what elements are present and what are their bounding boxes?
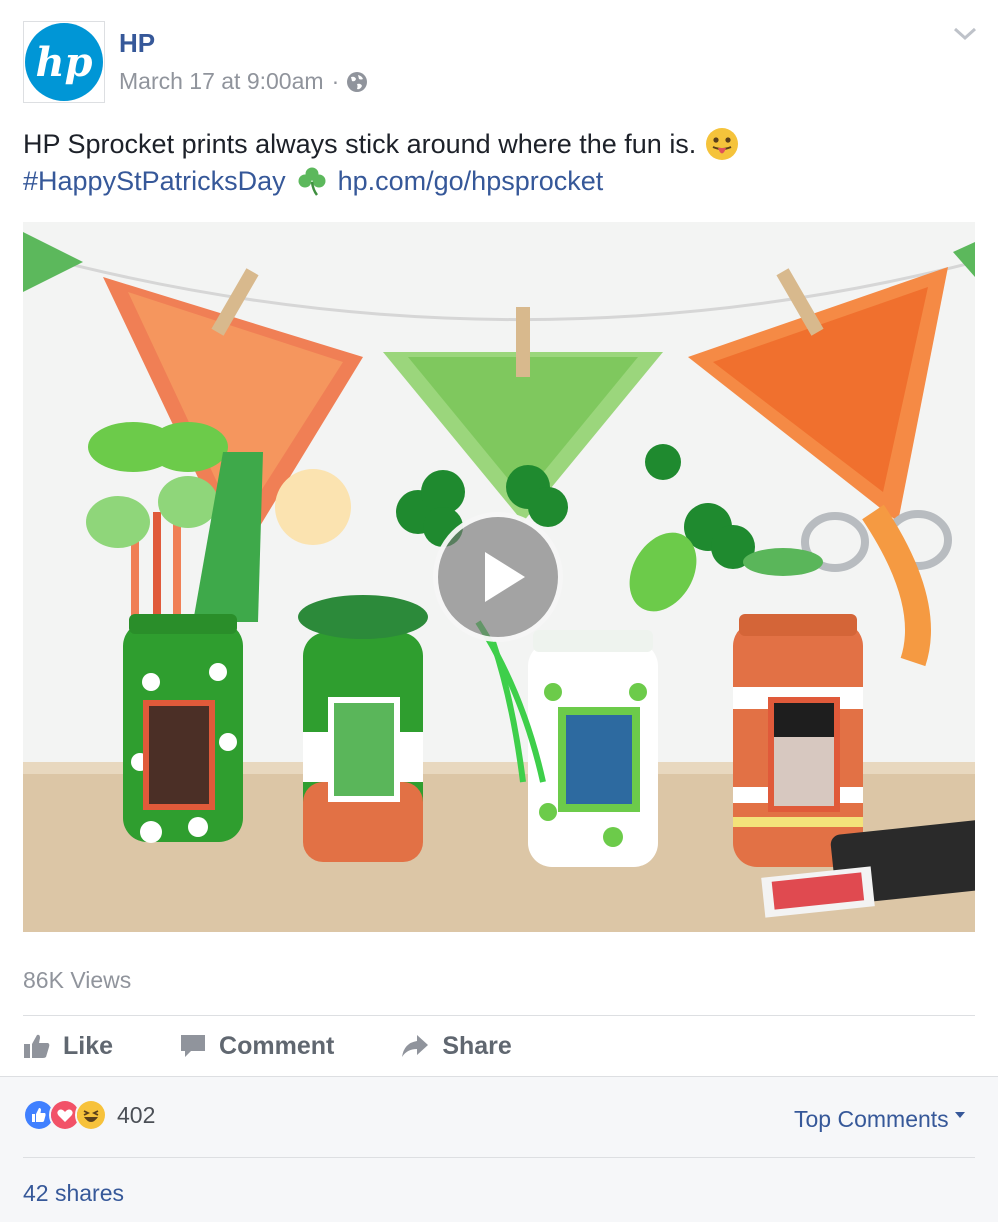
haha-reaction-icon xyxy=(75,1099,107,1131)
share-arrow-icon xyxy=(402,1035,429,1057)
reaction-summary[interactable]: 402 xyxy=(23,1099,155,1131)
hashtag-link[interactable]: #HappyStPatricksDay xyxy=(23,166,286,197)
play-icon xyxy=(485,552,525,602)
post-text-line: HP Sprocket prints always stick around w… xyxy=(23,127,739,161)
top-comments-dropdown[interactable]: Top Comments xyxy=(794,1106,965,1133)
svg-text:hp: hp xyxy=(35,39,92,86)
sprocket-link[interactable]: hp.com/go/hpsprocket xyxy=(338,166,604,197)
share-label: Share xyxy=(442,1031,512,1060)
thumbs-up-icon xyxy=(24,1034,50,1058)
post-links-line: #HappyStPatricksDay hp.com/go/hpsprocket xyxy=(23,165,603,197)
comment-label: Comment xyxy=(219,1031,335,1060)
top-comments-label: Top Comments xyxy=(794,1106,949,1132)
comment-button[interactable]: Comment xyxy=(179,1032,334,1061)
comment-icon xyxy=(181,1035,206,1057)
like-button[interactable]: Like xyxy=(23,1032,113,1061)
shamrock-icon xyxy=(298,167,326,196)
divider xyxy=(23,1015,975,1016)
share-count-link[interactable]: 42 shares xyxy=(23,1180,124,1207)
globe-icon[interactable] xyxy=(346,71,368,93)
caret-down-icon xyxy=(954,1111,965,1118)
reaction-count: 402 xyxy=(117,1101,156,1128)
like-label: Like xyxy=(63,1031,114,1060)
chevron-down-icon[interactable] xyxy=(952,24,978,44)
hp-logo: hp xyxy=(25,23,103,101)
page-avatar[interactable]: hp xyxy=(23,21,105,103)
view-count: 86K Views xyxy=(23,967,132,993)
tongue-out-face-icon xyxy=(706,128,739,160)
meta-separator: · xyxy=(331,68,340,94)
post-text: HP Sprocket prints always stick around w… xyxy=(23,128,697,159)
divider xyxy=(23,1157,975,1158)
post-timestamp[interactable]: March 17 at 9:00am xyxy=(119,68,324,95)
post-meta: March 17 at 9:00am · xyxy=(119,68,368,95)
share-button[interactable]: Share xyxy=(400,1031,512,1061)
page-name-link[interactable]: HP xyxy=(119,28,155,59)
play-button[interactable] xyxy=(433,512,563,642)
video-player[interactable] xyxy=(23,222,975,932)
post-footer: 402 Top Comments 42 shares xyxy=(0,1076,998,1222)
action-bar: Like Comment Share xyxy=(23,1028,578,1064)
facebook-post: hp HP March 17 at 9:00am · HP Sprocket p… xyxy=(0,0,998,1222)
